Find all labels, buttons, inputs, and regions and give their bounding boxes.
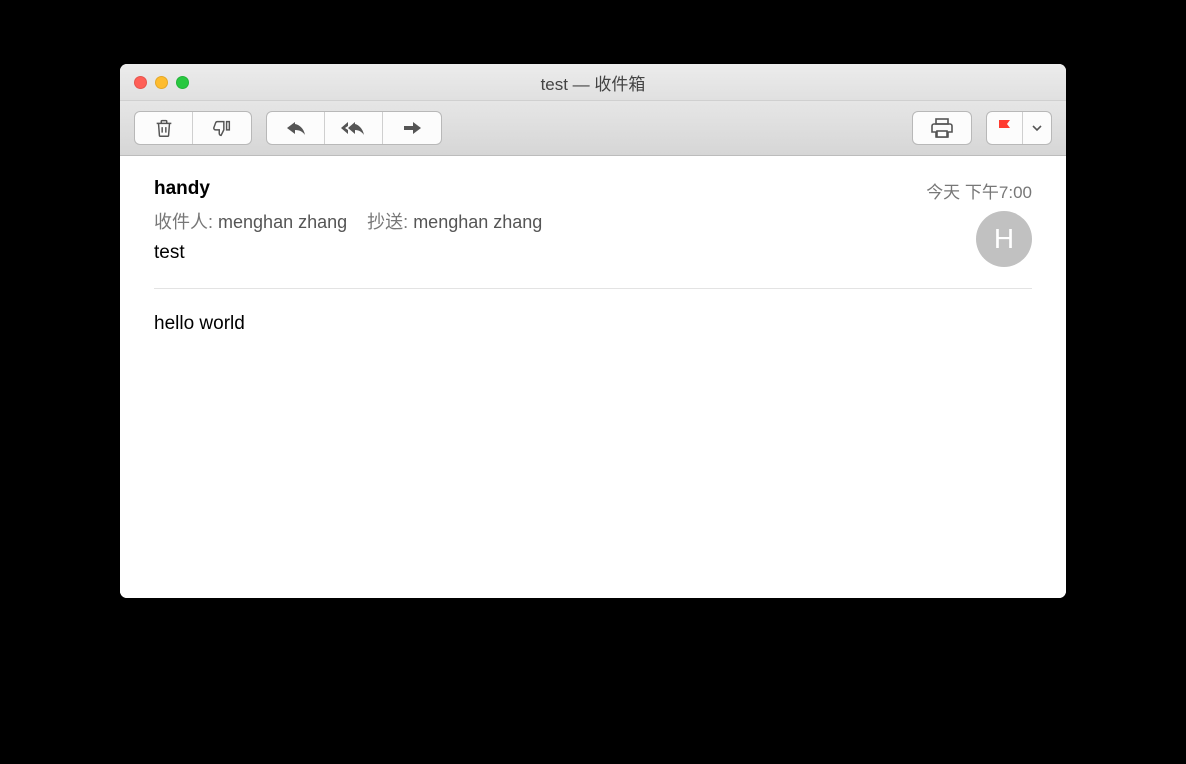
reply-forward-group <box>266 111 442 145</box>
reply-all-button[interactable] <box>325 112 383 144</box>
flag-group <box>986 111 1052 145</box>
header-left: handy 收件人: menghan zhang 抄送: menghan zha… <box>154 178 906 270</box>
close-button[interactable] <box>134 76 147 89</box>
avatar[interactable]: H <box>976 211 1032 267</box>
reply-all-icon <box>340 118 368 138</box>
to-value[interactable]: menghan zhang <box>218 212 347 232</box>
window-titlebar[interactable]: test — 收件箱 <box>120 64 1066 101</box>
to-label: 收件人: <box>154 212 213 232</box>
print-icon <box>930 117 954 139</box>
reply-icon <box>284 118 308 138</box>
delete-button[interactable] <box>135 112 193 144</box>
message-header: handy 收件人: menghan zhang 抄送: menghan zha… <box>154 178 1032 270</box>
thumbs-down-icon <box>211 117 233 139</box>
print-button[interactable] <box>913 112 971 144</box>
traffic-lights <box>134 76 189 89</box>
header-divider <box>154 288 1032 289</box>
window-title: test — 收件箱 <box>120 70 1066 95</box>
trash-icon <box>153 117 175 139</box>
subject: test <box>154 242 906 264</box>
forward-icon <box>400 118 424 138</box>
delete-junk-group <box>134 111 252 145</box>
cc-value[interactable]: menghan zhang <box>413 212 542 232</box>
avatar-initial: H <box>994 223 1014 255</box>
junk-button[interactable] <box>193 112 251 144</box>
print-group <box>912 111 972 145</box>
cc-label: 抄送: <box>367 212 408 232</box>
timestamp: 今天 下午7:00 <box>926 178 1032 203</box>
mail-message-window: test — 收件箱 <box>120 64 1066 598</box>
recipients-line: 收件人: menghan zhang 抄送: menghan zhang <box>154 208 906 234</box>
minimize-button[interactable] <box>155 76 168 89</box>
flag-button[interactable] <box>987 112 1023 144</box>
flag-dropdown-button[interactable] <box>1023 112 1051 144</box>
forward-button[interactable] <box>383 112 441 144</box>
reply-button[interactable] <box>267 112 325 144</box>
flag-icon <box>996 118 1014 138</box>
sender-name[interactable]: handy <box>154 178 906 200</box>
chevron-down-icon <box>1031 122 1043 134</box>
toolbar <box>120 101 1066 156</box>
message-body: hello world <box>154 313 1032 335</box>
message-content: handy 收件人: menghan zhang 抄送: menghan zha… <box>120 156 1066 598</box>
maximize-button[interactable] <box>176 76 189 89</box>
header-right: 今天 下午7:00 H <box>926 178 1032 267</box>
